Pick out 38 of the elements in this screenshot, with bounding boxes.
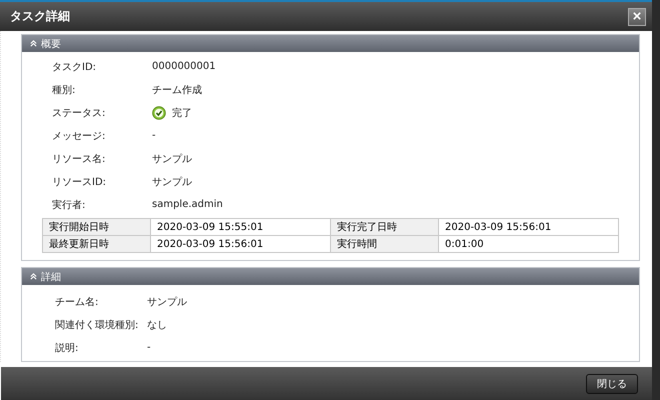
field-value: - bbox=[152, 130, 156, 142]
section-header[interactable]: 概要 bbox=[22, 35, 639, 52]
field-value: 0000000001 bbox=[152, 61, 216, 72]
field-value: sample.admin bbox=[152, 199, 223, 210]
table-cell: 2020-03-09 15:56:01 bbox=[438, 218, 618, 236]
field-label: 関連付く環境種別: bbox=[55, 318, 140, 332]
section-title: 概要 bbox=[41, 38, 61, 51]
field-value: チーム作成 bbox=[152, 84, 202, 97]
field-label: リソースID: bbox=[52, 176, 108, 189]
field-label: 種別: bbox=[52, 84, 76, 97]
field-value: - bbox=[147, 342, 151, 354]
field-label: タスクID: bbox=[52, 60, 98, 74]
header-cell: 実行時間 bbox=[330, 236, 438, 253]
close-dialog-button[interactable]: 閉じる bbox=[586, 374, 638, 394]
collapse-icon bbox=[30, 273, 37, 280]
header-cell: 最終更新日時 bbox=[42, 236, 150, 253]
check-icon bbox=[152, 106, 166, 120]
table-cell: 0:01:00 bbox=[438, 236, 618, 253]
section-title: 詳細 bbox=[41, 270, 61, 284]
table-cell: 2020-03-09 15:55:01 bbox=[150, 218, 330, 236]
field-label: メッセージ: bbox=[52, 130, 106, 143]
close-button[interactable]: × bbox=[628, 8, 646, 26]
window-title: タスク詳細 bbox=[10, 8, 70, 26]
header-cell: 実行完了日時 bbox=[330, 218, 438, 236]
field-label: チーム名: bbox=[55, 296, 100, 309]
field-value: サンプル bbox=[147, 296, 187, 309]
section-header[interactable]: 詳細 bbox=[22, 268, 639, 286]
collapse-icon bbox=[30, 40, 37, 48]
field-value: サンプル bbox=[152, 176, 192, 189]
field-label: 実行者: bbox=[52, 198, 86, 212]
field-label: 説明: bbox=[55, 342, 80, 355]
field-label: ステータス: bbox=[52, 106, 106, 120]
header-cell: 実行開始日時 bbox=[42, 218, 150, 236]
field-value: 完了 bbox=[172, 106, 192, 120]
field-label: リソース名: bbox=[52, 152, 106, 166]
field-value: サンプル bbox=[152, 152, 192, 166]
table-cell: 2020-03-09 15:56:01 bbox=[150, 236, 330, 253]
field-value: なし bbox=[147, 318, 167, 332]
